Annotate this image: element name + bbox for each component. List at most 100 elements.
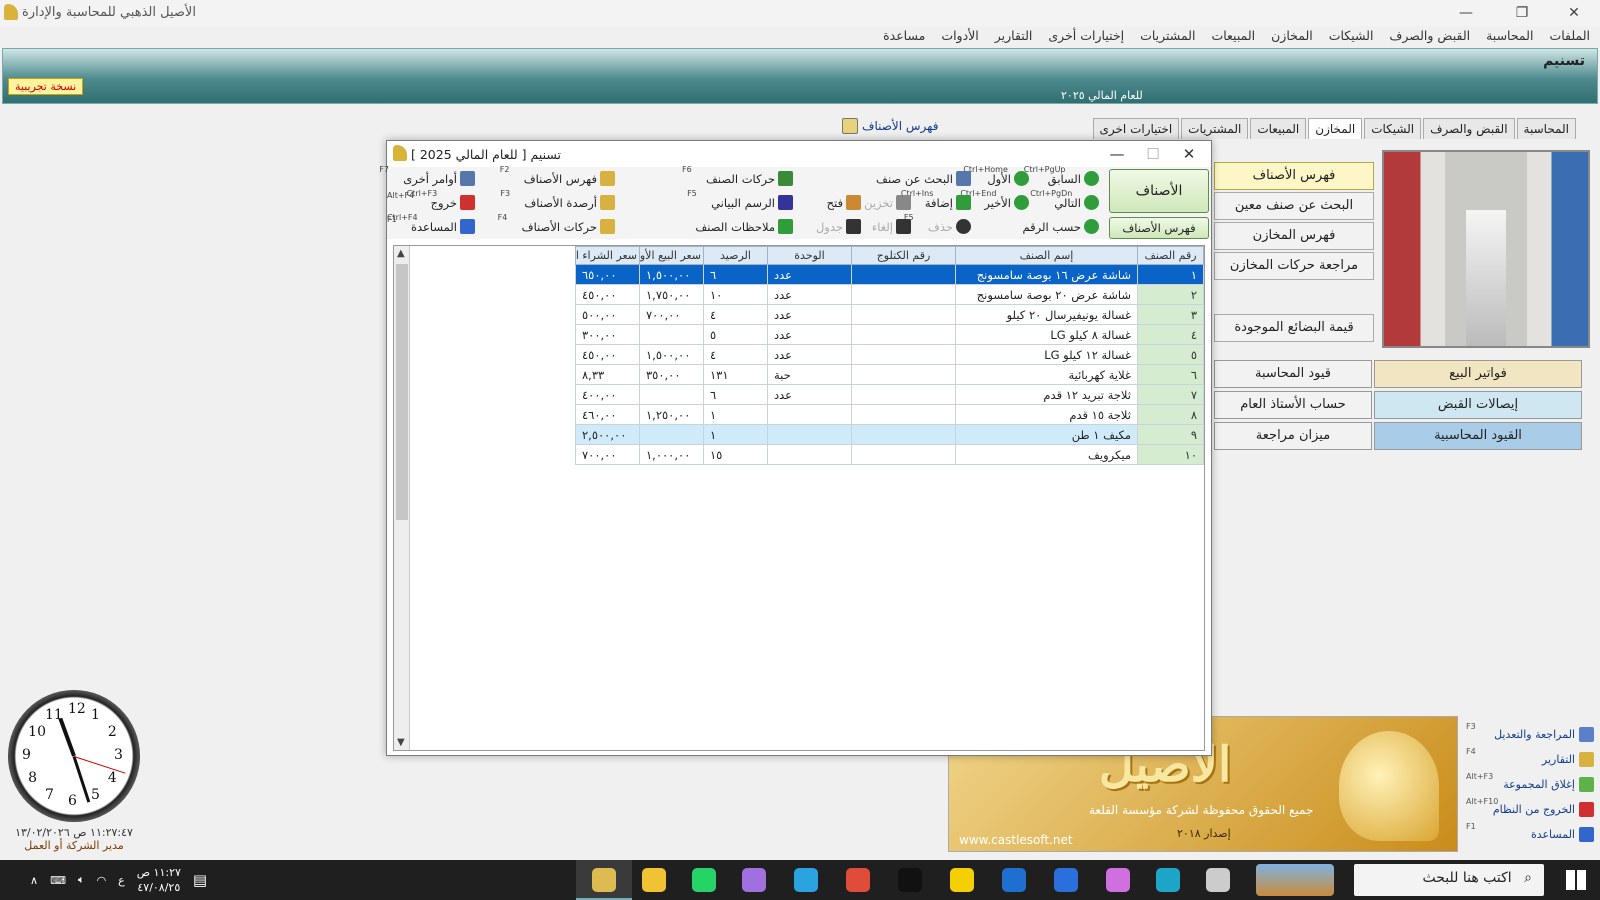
items-catalog-button[interactable]: فهرس الأصناف — [1109, 217, 1209, 239]
maximize-button[interactable]: ❐ — [1500, 2, 1544, 24]
table-cell[interactable]: ٤ — [1137, 324, 1204, 345]
table-cell[interactable]: ١,٧٥٠,٠٠ — [639, 284, 704, 305]
table-cell[interactable]: ١٣١ — [703, 364, 768, 385]
table-cell[interactable]: غلاية كهربائية — [955, 364, 1138, 385]
side-menu-item[interactable]: قيمة البضائع الموجودة — [1214, 314, 1374, 342]
table-cell[interactable]: ٤ — [703, 304, 768, 325]
table-cell[interactable] — [639, 384, 704, 405]
toolbar-button[interactable]: خروج Ctrl+F3 — [407, 189, 475, 210]
column-header[interactable]: إسم الصنف — [955, 246, 1138, 265]
table-cell[interactable]: ٦ — [1137, 364, 1204, 385]
table-cell[interactable] — [767, 424, 852, 445]
column-header[interactable]: رقم الصنف — [1137, 246, 1204, 265]
table-row[interactable]: ٧ ثلاجة تبريد ١٢ قدم عدد ٦ ٤٠٠,٠٠ — [575, 384, 1204, 405]
table-cell[interactable] — [767, 444, 852, 465]
scroll-up-icon[interactable]: ▲ — [397, 248, 405, 259]
table-cell[interactable]: ميكرويف — [955, 444, 1138, 465]
table-cell[interactable]: ٢,٥٠٠,٠٠ — [575, 424, 640, 445]
toolbar-button[interactable]: أرصدة الأصناف F3 — [500, 189, 615, 210]
copilot-icon[interactable] — [1106, 868, 1130, 892]
table-cell[interactable] — [851, 424, 956, 445]
table-cell[interactable] — [851, 364, 956, 385]
catalog-tab[interactable]: فهرس الأصناف — [842, 118, 938, 134]
side-menu-item[interactable]: فهرس الأصناف — [1214, 162, 1374, 190]
volume-icon[interactable]: 🔈︎ — [78, 873, 85, 887]
table-cell[interactable]: ٨ — [1137, 404, 1204, 425]
table-cell[interactable]: شاشة عرض ١٦ بوصة سامسونج — [955, 264, 1138, 285]
table-cell[interactable]: ١,٥٠٠,٠٠ — [639, 264, 704, 285]
column-header[interactable]: سعر البيع الأول — [639, 246, 704, 265]
table-cell[interactable]: ثلاجة ١٥ قدم — [955, 404, 1138, 425]
table-cell[interactable]: ٦ — [703, 384, 768, 405]
toolbar-button[interactable]: ملاحظات الصنف — [695, 219, 793, 234]
toolbar-button[interactable]: السابق Ctrl+PgUp — [1024, 165, 1099, 186]
table-cell[interactable]: ١,٢٥٠,٠٠ — [639, 404, 704, 425]
side-menu-item[interactable]: فهرس المخازن — [1214, 222, 1374, 250]
table-cell[interactable] — [851, 404, 956, 425]
table-cell[interactable]: ٨,٣٣ — [575, 364, 640, 385]
table-cell[interactable] — [851, 324, 956, 345]
table-row[interactable]: ١٠ ميكرويف ١٥ ١,٠٠٠,٠٠ ٧٠٠,٠٠ — [575, 444, 1204, 465]
column-header[interactable]: سعر الشراء الأخير — [575, 246, 640, 265]
table-cell[interactable]: ٢ — [1137, 284, 1204, 305]
menu-item[interactable]: المبيعات — [1211, 28, 1255, 43]
quick-link[interactable]: الخروج من النظام Alt+F10 — [1462, 797, 1594, 822]
weather-widget-icon[interactable] — [1256, 864, 1334, 896]
menu-item[interactable]: التقارير — [995, 28, 1033, 43]
table-row[interactable]: ٤ غسالة ٨ كيلو LG عدد ٥ ٣٠٠,٠٠ — [575, 324, 1204, 345]
toolbar-button[interactable]: إضافة Ctrl+Ins — [901, 189, 971, 210]
table-cell[interactable]: عدد — [767, 284, 852, 305]
table-cell[interactable]: ١ — [703, 424, 768, 445]
table-cell[interactable]: شاشة عرض ٢٠ بوصة سامسونج — [955, 284, 1138, 305]
side-menu-item[interactable]: مراجعة حركات المخازن — [1214, 252, 1374, 280]
table-cell[interactable]: ١,٥٠٠,٠٠ — [639, 344, 704, 365]
side-menu-item[interactable]: البحث عن صنف معين — [1214, 192, 1374, 220]
toolbar-button[interactable]: أوامر أخرى F7 — [379, 165, 475, 186]
table-cell[interactable]: ٣ — [1137, 304, 1204, 325]
table-row[interactable]: ٢ شاشة عرض ٢٠ بوصة سامسونج عدد ١٠ ١,٧٥٠,٠٠ ٤٥… — [575, 284, 1204, 305]
table-row[interactable]: ٦ غلاية كهربائية حبة ١٣١ ٣٥٠,٠٠ ٨,٣٣ — [575, 364, 1204, 385]
table-cell[interactable]: ٩ — [1137, 424, 1204, 445]
table-cell[interactable]: حبة — [767, 364, 852, 385]
outlook-icon[interactable] — [1002, 868, 1026, 892]
shortcut-button[interactable]: إيصالات القبض — [1374, 391, 1582, 419]
items-main-button[interactable]: الأصناف — [1109, 169, 1209, 213]
table-cell[interactable]: عدد — [767, 344, 852, 365]
menu-item[interactable]: مساعدة — [883, 28, 925, 43]
quick-link[interactable]: المراجعة والتعديل F3 — [1462, 722, 1594, 747]
table-cell[interactable]: ١٠ — [1137, 444, 1204, 465]
chrome-icon[interactable] — [846, 868, 870, 892]
table-cell[interactable] — [851, 284, 956, 305]
snip-icon[interactable] — [1206, 868, 1230, 892]
table-cell[interactable]: غسالة يونيفيرسال ٢٠ كيلو — [955, 304, 1138, 325]
close-button[interactable]: ✕ — [1552, 2, 1596, 24]
column-header[interactable]: الوحدة — [767, 246, 852, 265]
shortcut-button[interactable]: فواتير البيع — [1374, 360, 1582, 388]
keyboard-icon[interactable]: ⌨︎ — [50, 874, 66, 887]
taskbar-search[interactable]: ⌕ اكتب هنا للبحث — [1354, 864, 1544, 896]
toolbar-button[interactable]: حركات الصنف F6 — [682, 165, 793, 186]
minimize-button[interactable]: — — [1444, 2, 1488, 24]
menu-item[interactable]: الملفات — [1549, 28, 1590, 43]
grid-scrollbar[interactable]: ▲ ▼ — [394, 246, 410, 750]
dialog-close-button[interactable]: ✕ — [1169, 143, 1209, 165]
table-cell[interactable] — [639, 424, 704, 445]
dialog-minimize-button[interactable]: — — [1097, 143, 1137, 165]
table-row[interactable]: ٩ مكيف ١ طن ١ ٢,٥٠٠,٠٠ — [575, 424, 1204, 445]
table-cell[interactable]: عدد — [767, 304, 852, 325]
table-cell[interactable] — [851, 444, 956, 465]
menu-item[interactable]: القبض والصرف — [1389, 28, 1470, 43]
table-cell[interactable] — [639, 324, 704, 345]
telegram-icon[interactable] — [794, 868, 818, 892]
table-cell[interactable]: غسالة ١٢ كيلو LG — [955, 344, 1138, 365]
shortcut-button[interactable]: حساب الأستاذ العام — [1214, 391, 1372, 419]
table-cell[interactable] — [851, 264, 956, 285]
main-tab[interactable]: الشيكات — [1364, 118, 1422, 139]
table-cell[interactable]: ٥٠٠,٠٠ — [575, 304, 640, 325]
table-cell[interactable] — [851, 344, 956, 365]
table-cell[interactable]: مكيف ١ طن — [955, 424, 1138, 445]
table-cell[interactable] — [851, 384, 956, 405]
main-tab[interactable]: اختيارات اخرى — [1092, 118, 1180, 139]
toolbar-button[interactable]: الأول Ctrl+Home — [963, 165, 1029, 186]
main-tab[interactable]: المبيعات — [1250, 118, 1307, 139]
